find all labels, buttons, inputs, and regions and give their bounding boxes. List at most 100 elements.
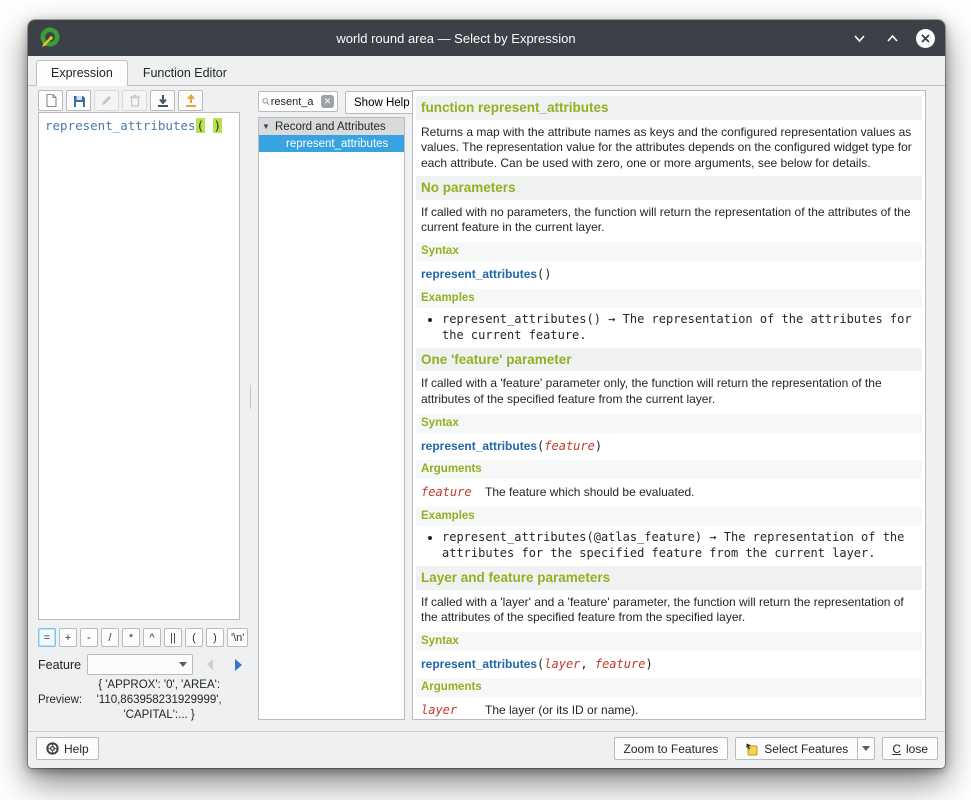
editor-toolbar <box>38 90 203 111</box>
operator-button-row: =+-/*^||()'\n' <box>38 628 248 647</box>
operator-button[interactable]: = <box>38 628 56 647</box>
help-panel: function represent_attributesReturns a m… <box>412 90 926 720</box>
argument-row: featureThe feature which should be evalu… <box>421 485 917 501</box>
operator-button[interactable]: ^ <box>143 628 161 647</box>
dialog-window: world round area — Select by Expression … <box>28 20 945 768</box>
feature-combobox[interactable] <box>87 654 193 675</box>
next-feature-button[interactable] <box>227 654 249 675</box>
feature-label: Feature <box>38 658 81 672</box>
operator-button[interactable]: / <box>101 628 119 647</box>
operator-button[interactable]: ( <box>185 628 203 647</box>
save-icon <box>72 94 86 108</box>
pencil-icon <box>100 94 113 107</box>
search-icon <box>262 96 270 107</box>
arguments-table: layerThe layer (or its ID or name).featu… <box>416 700 922 720</box>
save-expression-button[interactable] <box>66 90 91 111</box>
preview-label: Preview: <box>38 693 82 708</box>
search-input[interactable] <box>270 96 321 108</box>
window-shade-icon[interactable] <box>850 29 868 47</box>
examples-label: Examples <box>416 507 922 526</box>
new-file-icon <box>44 93 58 108</box>
import-icon <box>156 94 170 108</box>
function-tree: ▼ Record and Attributes represent_attribut… <box>258 117 405 720</box>
help-function-title: function represent_attributes <box>416 96 922 120</box>
new-expression-button[interactable] <box>38 90 63 111</box>
syntax-argument: feature <box>595 657 646 671</box>
remove-expression-button <box>122 90 147 111</box>
footer-separator <box>28 731 945 732</box>
example-item: represent_attributes() → The representat… <box>442 311 922 343</box>
preview-value: { 'APPROX': '0', 'AREA': '110,8639582319… <box>86 678 232 723</box>
help-section-heading: One 'feature' parameter <box>416 348 922 372</box>
tree-item-represent_attributes[interactable]: represent_attributes <box>259 135 404 152</box>
tree-expand-icon[interactable]: ▼ <box>261 122 271 131</box>
argument-description: The layer (or its ID or name). <box>485 703 638 719</box>
help-section-heading: Layer and feature parameters <box>416 566 922 590</box>
help-intro: Returns a map with the attribute names a… <box>416 122 922 175</box>
footer: Help Zoom to Features Select Features Cl… <box>36 737 938 760</box>
arguments-table: featureThe feature which should be evalu… <box>416 482 922 504</box>
operator-button[interactable]: - <box>80 628 98 647</box>
open-paren-highlight: ( <box>196 118 206 133</box>
close-button[interactable]: Close <box>882 737 938 760</box>
help-section-description: If called with a 'layer' and a 'feature'… <box>416 592 922 629</box>
feature-row: Feature <box>38 654 249 675</box>
examples-list: represent_attributes(@atlas_feature) → T… <box>442 529 922 561</box>
search-box[interactable]: ✕ <box>258 91 338 112</box>
tree-group-label: Record and Attributes <box>275 121 386 133</box>
panel-splitter[interactable] <box>247 90 254 720</box>
qgis-logo-icon <box>38 26 62 50</box>
argument-name: feature <box>421 485 473 501</box>
zoom-to-features-button[interactable]: Zoom to Features <box>614 737 729 760</box>
select-features-icon <box>745 742 759 756</box>
previous-feature-button[interactable] <box>199 654 221 675</box>
tab-expression[interactable]: Expression <box>36 60 128 86</box>
arguments-label: Arguments <box>416 678 922 697</box>
syntax-argument: feature <box>544 439 595 453</box>
operator-button[interactable]: || <box>164 628 182 647</box>
help-button[interactable]: Help <box>36 737 99 760</box>
syntax-label: Syntax <box>416 632 922 651</box>
tab-function-editor[interactable]: Function Editor <box>128 60 242 86</box>
operator-button[interactable]: * <box>122 628 140 647</box>
syntax-line: represent_attributes(layer, feature) <box>416 654 922 676</box>
operator-button[interactable]: + <box>59 628 77 647</box>
chevron-down-icon <box>862 746 870 751</box>
export-expressions-button[interactable] <box>178 90 203 111</box>
function-name: represent_attributes <box>421 267 537 281</box>
function-name: represent_attributes <box>421 657 537 671</box>
window-maximize-icon[interactable] <box>883 29 901 47</box>
show-help-button[interactable]: Show Help <box>345 91 419 114</box>
tree-group-record-and-attributes[interactable]: ▼ Record and Attributes <box>259 118 404 135</box>
trash-icon <box>129 94 141 107</box>
arguments-label: Arguments <box>416 460 922 479</box>
export-icon <box>184 94 198 108</box>
search-row: ✕ Show Help <box>258 91 419 114</box>
window-close-button[interactable] <box>916 29 935 48</box>
help-button-label: Help <box>64 742 89 756</box>
expression-editor[interactable]: represent_attributes( ) <box>38 112 240 620</box>
preview-row: Preview: { 'APPROX': '0', 'AREA': '110,8… <box>38 678 252 723</box>
help-section-description: If called with a 'feature' parameter onl… <box>416 373 922 410</box>
help-icon <box>46 742 59 755</box>
syntax-line: represent_attributes() <box>416 264 922 286</box>
titlebar[interactable]: world round area — Select by Expression <box>28 20 945 56</box>
function-name: represent_attributes <box>421 439 537 453</box>
operator-button[interactable]: '\n' <box>227 628 248 647</box>
select-features-dropdown-button[interactable] <box>858 737 875 760</box>
examples-label: Examples <box>416 289 922 308</box>
syntax-label: Syntax <box>416 414 922 433</box>
close-paren-highlight: ) <box>213 118 223 133</box>
window-title: world round area — Select by Expression <box>62 31 850 46</box>
clear-search-icon[interactable]: ✕ <box>321 95 334 108</box>
operator-button[interactable]: ) <box>206 628 224 647</box>
expression-text: represent_attributes <box>45 118 196 133</box>
select-features-button[interactable]: Select Features <box>735 737 858 760</box>
edit-expression-button <box>94 90 119 111</box>
dialog-content: represent_attributes( ) =+-/*^||()'\n' F… <box>28 86 945 768</box>
argument-row: layer The layer (or its ID or name). <box>421 703 917 719</box>
argument-name: layer <box>421 703 473 719</box>
import-expressions-button[interactable] <box>150 90 175 111</box>
syntax-label: Syntax <box>416 242 922 261</box>
syntax-argument: layer <box>544 657 580 671</box>
